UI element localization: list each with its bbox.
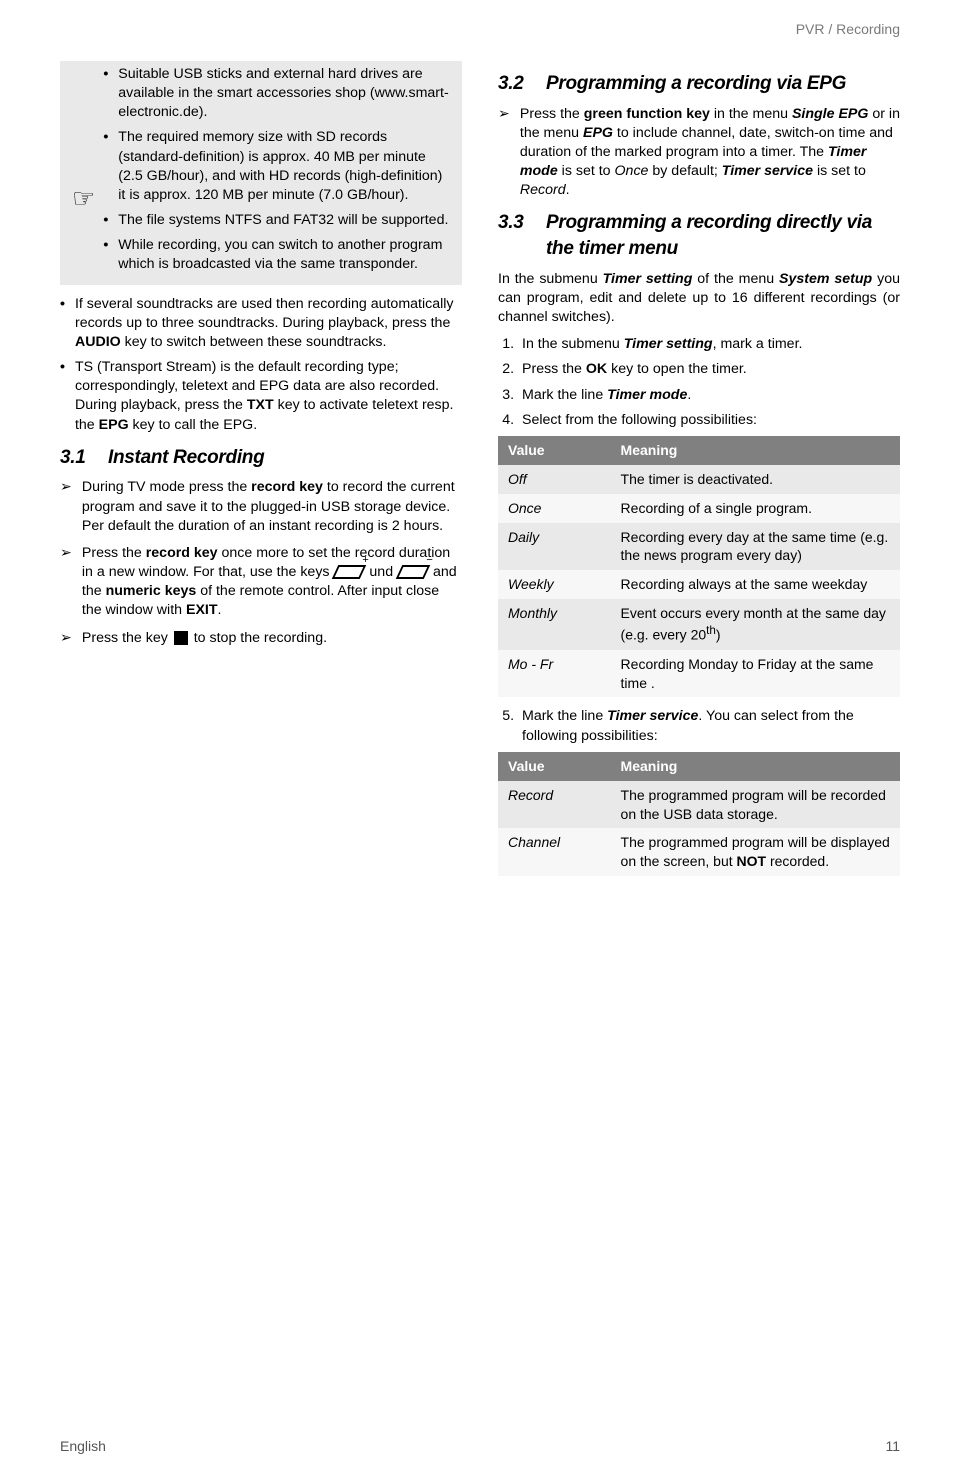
heading-3-3: 3.3 Programming a recording directly via… [498,210,900,261]
table-row: Mo - FrRecording Monday to Friday at the… [498,650,900,698]
heading-3-1: 3.1 Instant Recording [60,445,462,471]
content-columns: ☞ Suitable USB sticks and external hard … [60,61,900,886]
left-bullet-2: TS (Transport Stream) is the default rec… [60,358,462,435]
callout-item-4: While recording, you can switch to anoth… [103,236,452,274]
sec33-step-2: Press the OK key to open the timer. [518,360,900,379]
footer-language: English [60,1437,106,1456]
callout-item-1: Suitable USB sticks and external hard dr… [103,65,452,123]
sec33-step-1: In the submenu Timer setting, mark a tim… [518,335,900,354]
sec32-step-1: Press the green function key in the menu… [498,105,900,201]
heading-3-2: 3.2 Programming a recording via EPG [498,71,900,97]
table-row: RecordThe programmed program will be rec… [498,781,900,829]
sec31-step-3: Press the key to stop the recording. [60,629,462,648]
table-row: DailyRecording every day at the same tim… [498,523,900,571]
minus-key-icon [396,565,431,579]
table-row: WeeklyRecording always at the same weekd… [498,570,900,599]
plus-key-icon [332,565,367,579]
left-column: ☞ Suitable USB sticks and external hard … [60,61,462,886]
table-row: ChannelThe programmed program will be di… [498,828,900,876]
sec31-step-1: During TV mode press the record key to r… [60,478,462,536]
table-header-meaning: Meaning [611,752,900,781]
timer-mode-table: Value Meaning OffThe timer is deactivate… [498,436,900,698]
table-header-value: Value [498,752,611,781]
table-row: OffThe timer is deactivated. [498,465,900,494]
stop-icon [174,631,188,645]
hand-icon: ☞ [60,185,103,211]
sec31-step-2: Press the record key once more to set th… [60,544,462,621]
sec33-intro: In the submenu Timer setting of the menu… [498,270,900,328]
table-header-value: Value [498,436,611,465]
table-row: OnceRecording of a single program. [498,494,900,523]
left-bullet-1: If several soundtracks are used then rec… [60,295,462,353]
sec33-step-3: Mark the line Timer mode. [518,386,900,405]
timer-service-table: Value Meaning RecordThe programmed progr… [498,752,900,876]
right-column: 3.2 Programming a recording via EPG Pres… [498,61,900,886]
callout-box: ☞ Suitable USB sticks and external hard … [60,61,462,285]
footer-page-number: 11 [885,1437,900,1456]
callout-item-2: The required memory size with SD records… [103,128,452,205]
sec33-step-4: Select from the following possibilities: [518,411,900,430]
sec33-step-5: Mark the line Timer service. You can sel… [518,707,900,745]
table-row: MonthlyEvent occurs every month at the s… [498,599,900,649]
page-footer: English 11 [60,1437,900,1456]
breadcrumb: PVR / Recording [60,20,900,39]
table-header-meaning: Meaning [611,436,900,465]
callout-item-3: The file systems NTFS and FAT32 will be … [103,211,452,230]
